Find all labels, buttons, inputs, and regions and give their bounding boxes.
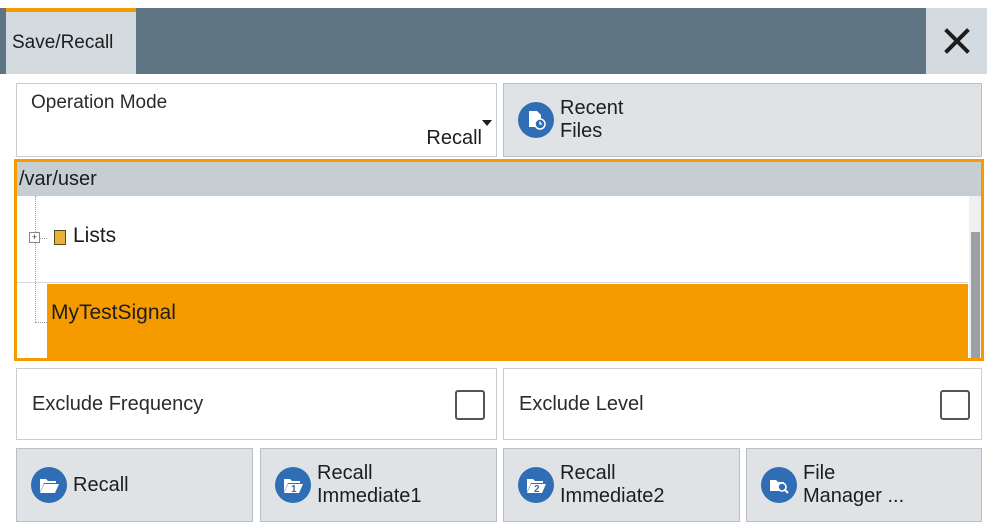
recent-files-button[interactable]: Recent Files (503, 83, 982, 157)
operation-mode-select[interactable]: Operation Mode Recall (16, 83, 497, 157)
recall-immediate2-line2: Immediate2 (560, 485, 665, 507)
exclude-frequency-field: Exclude Frequency (16, 368, 497, 440)
file-tree[interactable]: + Lists MyTestSignal (17, 196, 968, 358)
close-button[interactable] (926, 8, 987, 74)
tree-item-label: MyTestSignal (51, 301, 176, 324)
title-bar (0, 8, 987, 74)
operation-mode-label: Operation Mode (31, 92, 168, 113)
recent-files-line2: Files (560, 120, 603, 142)
file-manager-line1: File (803, 462, 836, 484)
recent-files-line1: Recent (560, 97, 624, 119)
path-bar: /var/user (17, 162, 981, 196)
exclude-frequency-label: Exclude Frequency (32, 392, 204, 415)
divider (17, 282, 968, 283)
operation-mode-value: Recall (426, 127, 482, 149)
recall-label: Recall (73, 473, 129, 496)
tree-item-label: Lists (73, 224, 117, 247)
exclude-level-checkbox[interactable] (940, 390, 970, 420)
recall-immediate1-line2: Immediate1 (317, 485, 422, 507)
recall-button[interactable]: Recall (16, 448, 253, 522)
recent-files-icon (518, 102, 554, 138)
recall-immediate2-line1: Recall (560, 462, 616, 484)
vertical-scrollbar[interactable] (969, 196, 981, 358)
file-manager-line2: Manager ... (803, 485, 905, 507)
exclude-level-label: Exclude Level (519, 392, 644, 415)
close-icon (943, 28, 970, 54)
tree-line (35, 322, 47, 323)
file-manager-button[interactable]: File Manager ... (746, 448, 982, 522)
tree-item-mytestsignal[interactable]: MyTestSignal (47, 284, 968, 358)
recall-immediate1-button[interactable]: 1 Recall Immediate1 (260, 448, 497, 522)
svg-text:1: 1 (291, 484, 297, 495)
chevron-down-icon (482, 120, 492, 126)
recall-immediate-2-icon: 2 (518, 467, 554, 503)
folder-open-icon (31, 467, 67, 503)
recall-immediate1-line1: Recall (317, 462, 373, 484)
file-browser[interactable]: /var/user + Lists MyTestSignal (14, 159, 984, 361)
recall-immediate2-button[interactable]: 2 Recall Immediate2 (503, 448, 740, 522)
folder-icon (54, 230, 66, 245)
expand-icon[interactable]: + (29, 232, 40, 243)
exclude-level-field: Exclude Level (503, 368, 982, 440)
current-path: /var/user (19, 168, 97, 190)
tab-label: Save/Recall (12, 32, 114, 53)
exclude-frequency-checkbox[interactable] (455, 390, 485, 420)
scrollbar-thumb[interactable] (971, 232, 980, 358)
tree-item-lists[interactable]: + Lists (17, 214, 968, 262)
recall-immediate-1-icon: 1 (275, 467, 311, 503)
svg-text:2: 2 (534, 484, 540, 495)
tab-save-recall[interactable]: Save/Recall (6, 8, 136, 74)
file-manager-icon (761, 467, 797, 503)
